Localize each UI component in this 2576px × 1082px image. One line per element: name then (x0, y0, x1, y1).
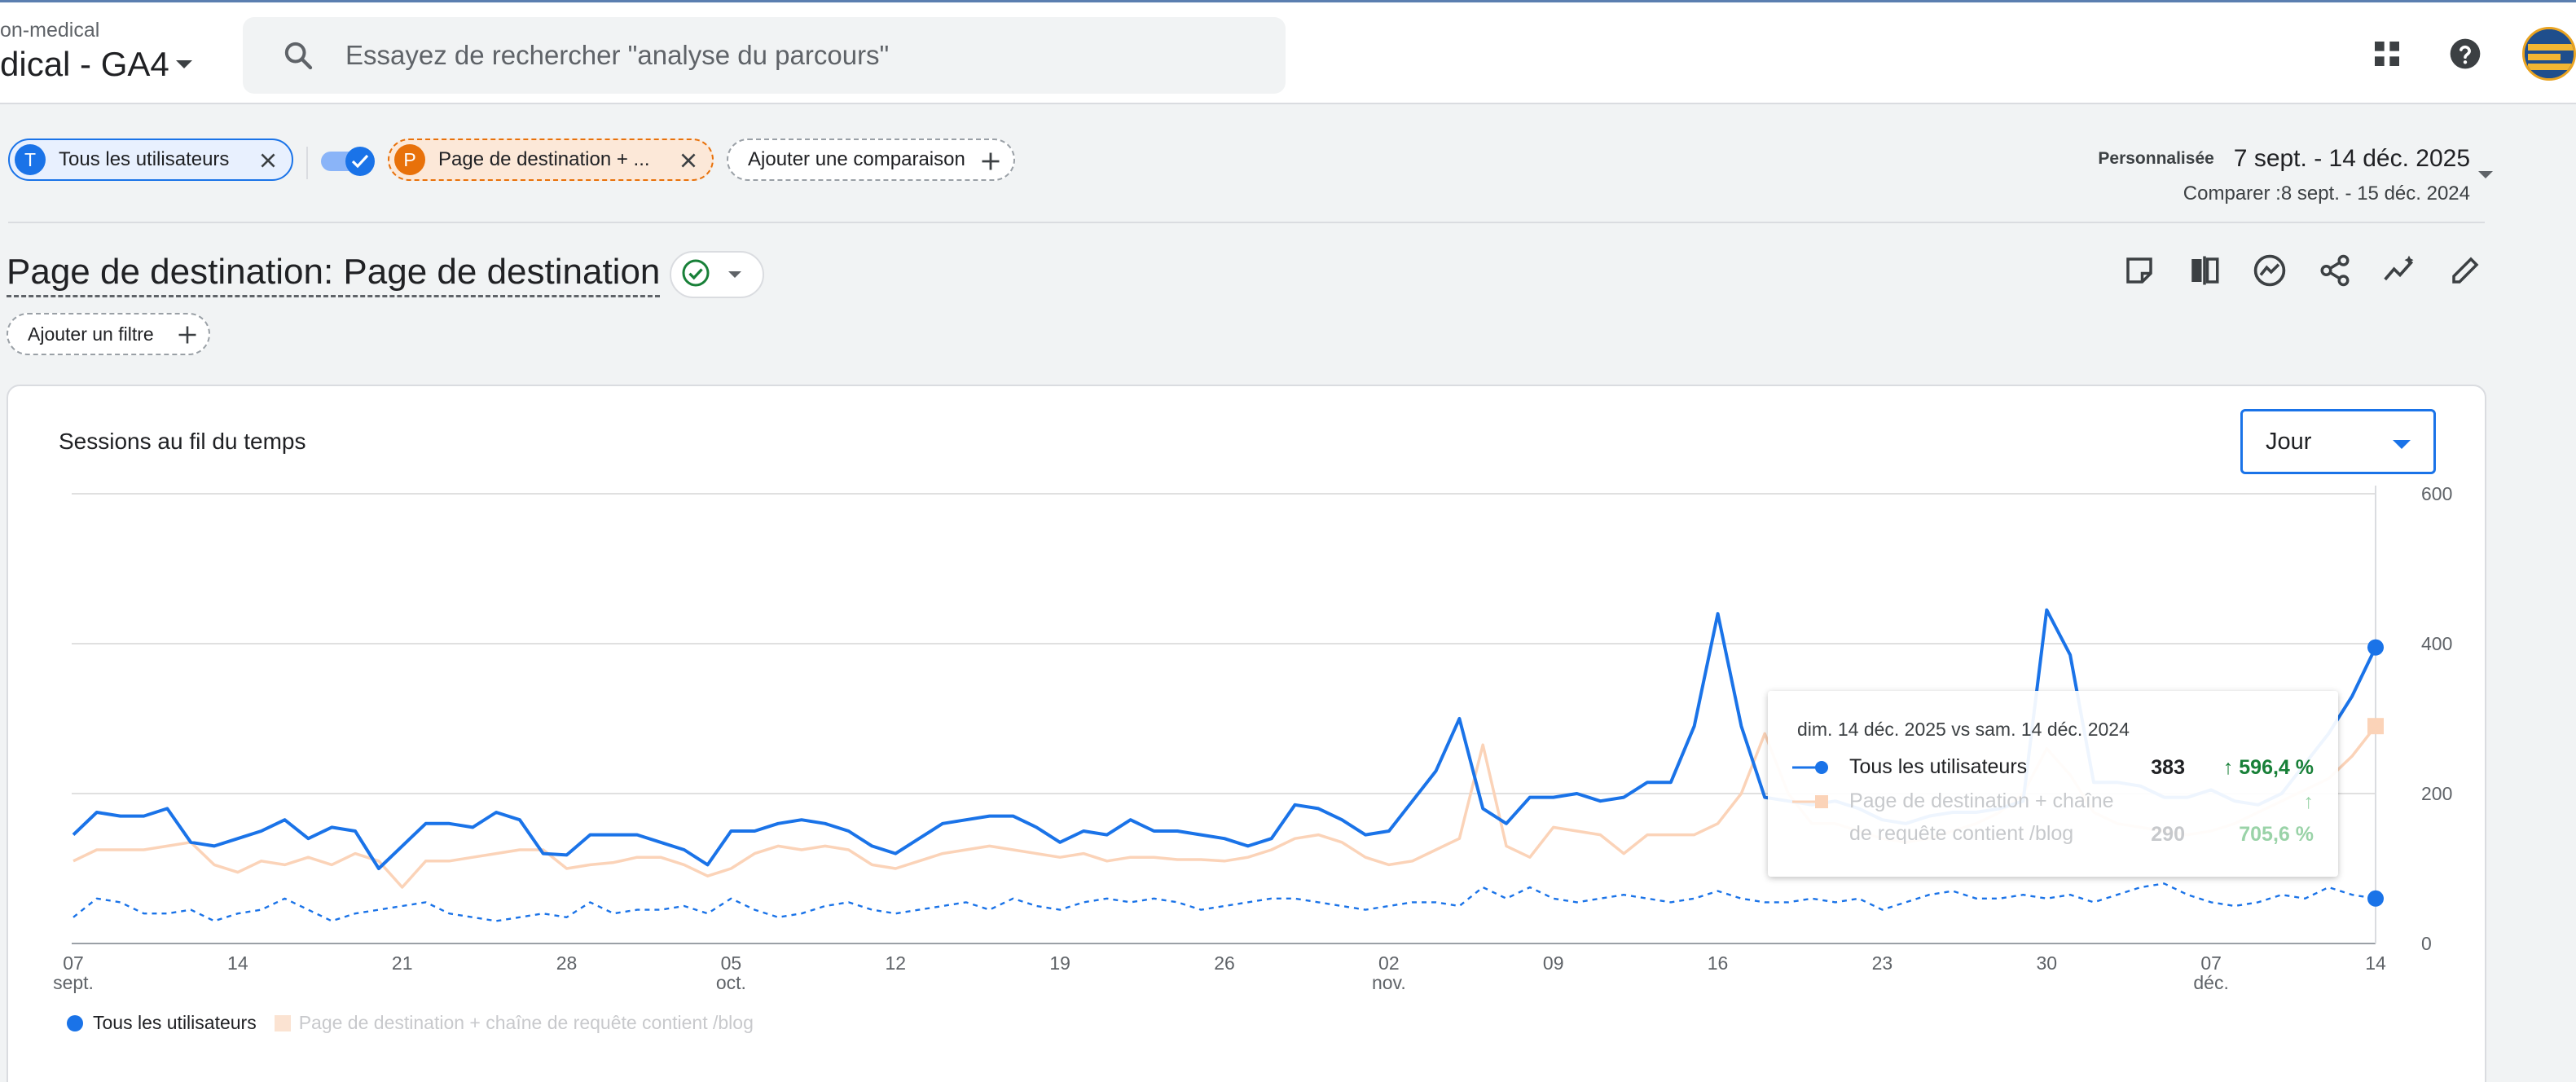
x-tick-label: 21 (392, 952, 413, 974)
comparison-chip-all-users[interactable]: T Tous les utilisateurs (8, 139, 293, 181)
chip-badge: P (394, 144, 425, 175)
x-tick-label: 23 (1872, 952, 1893, 974)
x-tick-sublabel: sept. (53, 972, 94, 993)
comparison-bar: T Tous les utilisateurs P Page de destin… (0, 130, 2576, 222)
date-range-main: 7 sept. - 14 déc. 2025 (2233, 145, 2470, 172)
legend-label-all-users[interactable]: Tous les utilisateurs (93, 1012, 257, 1034)
y-tick-label: 400 (2421, 633, 2452, 654)
search-input[interactable] (345, 40, 1242, 71)
x-tick-label: 07 (63, 952, 84, 974)
x-tick-sublabel: nov. (1372, 972, 1406, 993)
x-tick-label: 28 (556, 952, 578, 974)
chart-tooltip: dim. 14 déc. 2025 vs sam. 14 déc. 2024 T… (1768, 691, 2338, 877)
add-filter-label: Ajouter un filtre (28, 323, 154, 345)
x-tick-label: 14 (2365, 952, 2386, 974)
comparison-toggle[interactable] (319, 145, 378, 178)
x-tick-label: 07 (2200, 952, 2222, 974)
y-tick-label: 0 (2421, 933, 2432, 954)
date-range-compare: Comparer :8 sept. - 15 déc. 2024 (2183, 183, 2470, 205)
add-filter-button[interactable]: Ajouter un filtre (7, 313, 210, 355)
insights-icon[interactable] (2249, 249, 2291, 292)
chevron-down-icon (728, 271, 741, 278)
tooltip-label: Tous les utilisateurs (1849, 755, 2028, 778)
date-range-picker[interactable]: Personnalisée 7 sept. - 14 déc. 2025 Com… (2090, 145, 2470, 205)
chip-label: Page de destination + ... (438, 148, 650, 170)
x-tick-sublabel: oct. (716, 972, 746, 993)
date-range-type: Personnalisée (2090, 146, 2222, 172)
y-tick-label: 600 (2421, 483, 2452, 504)
apps-grid-icon[interactable] (2367, 34, 2407, 73)
tooltip-marker-line (1792, 761, 1828, 774)
edit-pencil-icon[interactable] (2444, 249, 2486, 292)
comparison-chip-landing-page[interactable]: P Page de destination + ... (388, 139, 714, 181)
y-tick-label: 200 (2421, 783, 2452, 804)
search-icon (282, 39, 314, 72)
avatar[interactable] (2522, 27, 2576, 81)
chevron-down-icon (175, 60, 192, 68)
tooltip-change: 705,6 % (2239, 823, 2314, 846)
legend-swatch-blog (274, 1014, 291, 1031)
note-icon[interactable] (2118, 249, 2161, 292)
chevron-down-icon[interactable] (2478, 171, 2493, 178)
chip-label: Tous les utilisateurs (59, 148, 230, 170)
tooltip-value: 383 (2151, 756, 2185, 779)
x-tick-label: 02 (1378, 952, 1400, 974)
legend-label-blog[interactable]: Page de destination + chaîne de requête … (299, 1012, 754, 1034)
x-tick-label: 16 (1708, 952, 1729, 974)
tooltip-change: ↑ 596,4 % (2222, 756, 2314, 779)
close-icon[interactable] (678, 150, 699, 171)
tooltip-date: dim. 14 déc. 2025 vs sam. 14 déc. 2024 (1797, 719, 2130, 740)
x-tick-label: 19 (1049, 952, 1070, 974)
chip-badge: T (15, 144, 46, 175)
compare-columns-icon[interactable] (2183, 249, 2226, 292)
x-tick-label: 09 (1543, 952, 1564, 974)
share-icon[interactable] (2314, 249, 2356, 292)
add-comparison-button[interactable]: Ajouter une comparaison (727, 139, 1015, 181)
property-selector[interactable]: dical - GA4 (0, 45, 192, 84)
add-comparison-label: Ajouter une comparaison (748, 148, 965, 170)
top-bar: on-medical dical - GA4 (0, 0, 2576, 104)
plus-icon (979, 150, 1002, 173)
highlight-point-blog (2367, 718, 2384, 735)
close-icon[interactable] (257, 150, 279, 171)
tooltip-label-line1: Page de destination + chaîne (1849, 790, 2114, 812)
divider (306, 147, 308, 179)
tooltip-label-line2: de requête contient /blog (1849, 822, 2074, 845)
series-line-all-users-previous (73, 882, 2376, 922)
highlight-point-all-users (2367, 639, 2384, 656)
page-title[interactable]: Page de destination: Page de destination (7, 249, 661, 297)
plus-icon (176, 323, 199, 346)
x-tick-label: 30 (2036, 952, 2057, 974)
x-tick-sublabel: déc. (2193, 972, 2228, 993)
legend-swatch-all-users (67, 1014, 83, 1031)
x-tick-label: 26 (1214, 952, 1235, 974)
tooltip-marker-square (1792, 795, 1828, 808)
report-toolbar (2095, 249, 2486, 292)
check-circle-icon (681, 258, 710, 292)
highlight-point-previous (2367, 890, 2384, 907)
x-tick-label: 14 (227, 952, 248, 974)
help-icon[interactable] (2446, 34, 2485, 73)
account-name: on-medical (0, 19, 100, 42)
x-tick-label: 05 (721, 952, 742, 974)
chart-legend: Tous les utilisateurs Page de destinatio… (67, 1012, 754, 1034)
tooltip-value: 290 (2151, 823, 2185, 846)
divider (8, 222, 2485, 223)
tooltip-change-arrow: ↑ (2303, 790, 2314, 813)
x-tick-label: 12 (885, 952, 906, 974)
property-name: dical - GA4 (0, 45, 169, 83)
chart-card: Sessions au fil du temps Jour 600 400 200 0… (7, 385, 2486, 1082)
report-status-button[interactable] (670, 251, 764, 298)
anomaly-detection-icon[interactable] (2379, 249, 2421, 292)
search-bar[interactable] (243, 17, 1286, 94)
